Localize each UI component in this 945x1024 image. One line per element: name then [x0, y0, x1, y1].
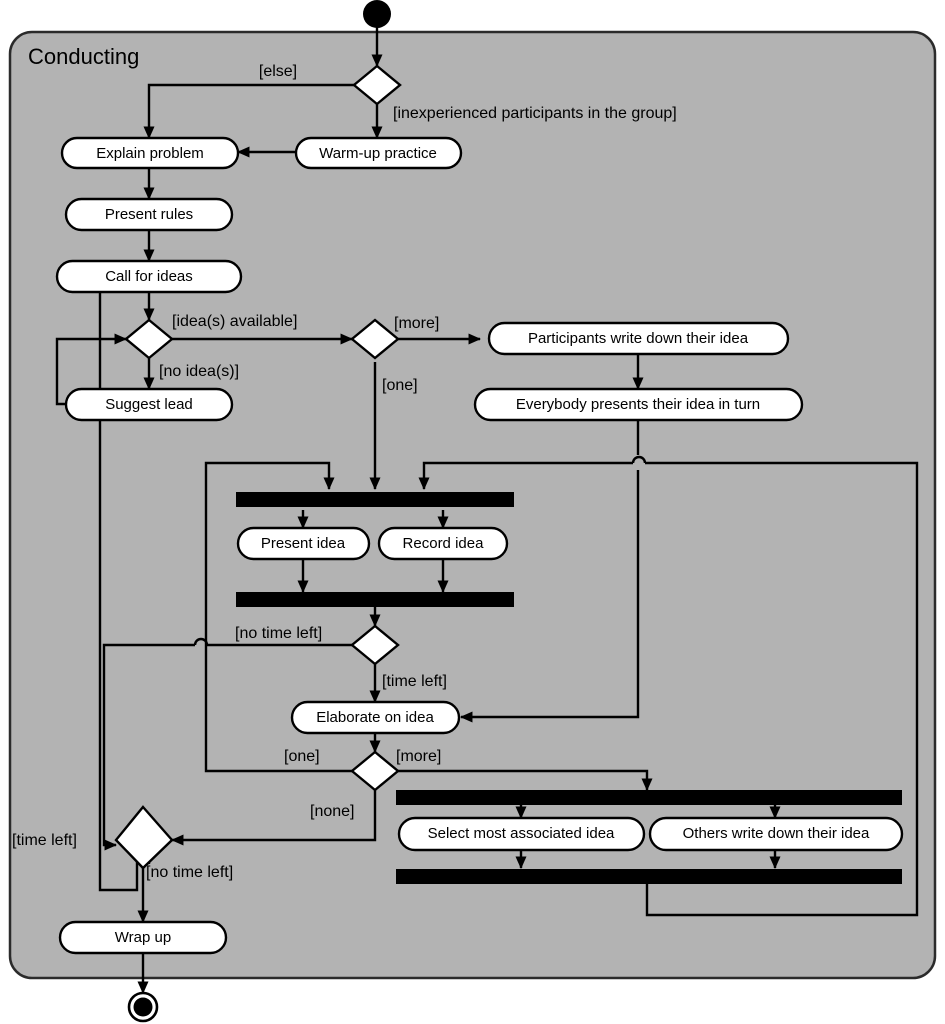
action-label: Everybody presents their idea in turn [516, 396, 760, 413]
guard-inexperienced: [inexperienced participants in the group… [393, 105, 677, 122]
action-call-for-ideas[interactable]: Call for ideas [55, 259, 243, 294]
diagram-svg: Conducting Explain problem Warm-up pract… [8, 0, 937, 1023]
fork-bar-2 [396, 790, 902, 805]
action-label: Call for ideas [105, 268, 193, 285]
action-everybody-presents[interactable]: Everybody presents their idea in turn [473, 387, 804, 422]
guard-ideas-available: [idea(s) available] [172, 313, 297, 330]
action-others-write-down-idea[interactable]: Others write down their idea [648, 816, 904, 852]
guard-more-2: [more] [396, 748, 441, 765]
action-participants-write-down[interactable]: Participants write down their idea [487, 321, 790, 356]
frame-title: Conducting [28, 44, 139, 69]
action-label: Wrap up [115, 929, 171, 946]
action-select-most-associated-idea[interactable]: Select most associated idea [397, 816, 646, 852]
action-label: Record idea [403, 535, 485, 552]
guard-else: [else] [259, 63, 297, 80]
join-bar-2 [396, 869, 902, 884]
guard-one-1: [one] [382, 377, 418, 394]
guard-no-time-left-1: [no time left] [235, 625, 322, 642]
action-present-rules[interactable]: Present rules [64, 197, 234, 232]
action-label: Present idea [261, 535, 346, 552]
action-warm-up-practice[interactable]: Warm-up practice [294, 136, 463, 170]
action-label: Elaborate on idea [316, 709, 434, 726]
guard-none: [none] [310, 803, 354, 820]
join-bar-1 [236, 592, 514, 607]
action-label: Select most associated idea [428, 825, 615, 842]
initial-node [363, 0, 391, 28]
action-wrap-up[interactable]: Wrap up [58, 920, 228, 955]
guard-one-2: [one] [284, 748, 320, 765]
guard-time-left-1: [time left] [382, 673, 447, 690]
action-label: Present rules [105, 206, 193, 223]
action-label: Suggest lead [105, 396, 193, 413]
action-present-idea[interactable]: Present idea [236, 526, 371, 561]
action-explain-problem[interactable]: Explain problem [60, 136, 240, 170]
guard-time-left-2: [time left] [12, 832, 77, 849]
guard-no-time-left-2: [no time left] [146, 864, 233, 881]
action-elaborate-on-idea[interactable]: Elaborate on idea [290, 700, 461, 735]
action-label: Explain problem [96, 145, 204, 162]
final-node-core [133, 997, 153, 1017]
activity-diagram-canvas: Conducting Explain problem Warm-up pract… [0, 0, 945, 1024]
action-label: Warm-up practice [319, 145, 437, 162]
guard-no-ideas: [no idea(s)] [159, 363, 239, 380]
fork-bar-1 [236, 492, 514, 507]
guard-more-1: [more] [394, 315, 439, 332]
action-suggest-lead[interactable]: Suggest lead [64, 387, 234, 422]
action-record-idea[interactable]: Record idea [377, 526, 509, 561]
action-label: Others write down their idea [683, 825, 870, 842]
action-label: Participants write down their idea [528, 330, 749, 347]
